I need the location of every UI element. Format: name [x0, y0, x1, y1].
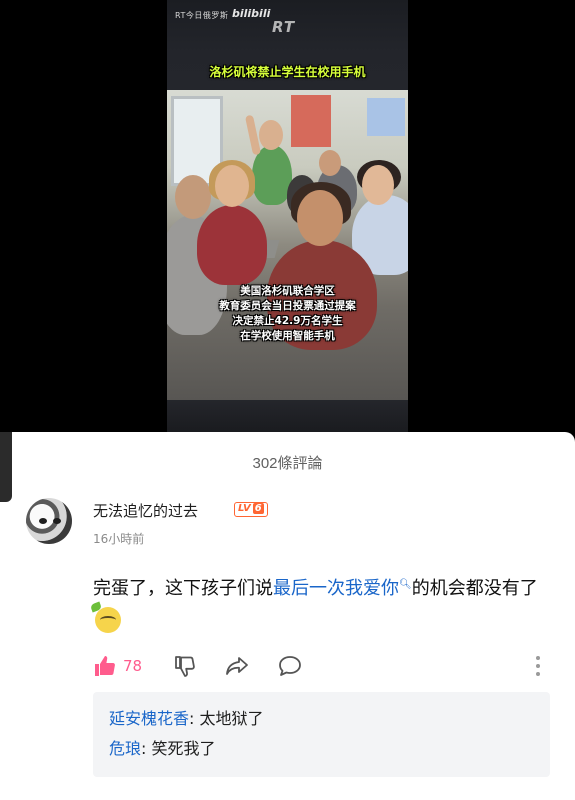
watermark-source: RT今日俄罗斯: [175, 11, 229, 20]
thumbs-down-icon: [175, 656, 195, 677]
avatar[interactable]: [26, 498, 72, 544]
student-head: [259, 120, 283, 150]
comment-text-part: 的机会都没有了: [411, 578, 538, 599]
avatar-eye: [53, 518, 61, 524]
reply-preview-box[interactable]: 延安槐花香: 太地狱了 危琅: 笑死我了: [93, 692, 550, 777]
watermark-platform-logo: bilibili: [232, 7, 271, 20]
comments-count-title: 302條評論: [252, 455, 323, 472]
student-head: [362, 165, 394, 205]
reply-author[interactable]: 延安槐花香: [109, 709, 189, 728]
thumbs-up-icon: [95, 656, 115, 676]
caption-line: 决定禁止42.9万名学生: [232, 315, 343, 327]
like-button[interactable]: 78: [93, 652, 142, 680]
wall-poster: [291, 95, 331, 147]
student-head: [175, 175, 211, 219]
reply-item[interactable]: 延安槐花香: 太地狱了: [109, 704, 534, 734]
reply-separator: :: [189, 709, 200, 728]
reply-button[interactable]: [277, 652, 303, 680]
caption-line: 美国洛杉矶联合学区: [240, 285, 335, 297]
video-title-banner: 洛杉矶将禁止学生在校用手机: [209, 65, 366, 79]
student-figure: [197, 205, 267, 285]
video-caption: 美国洛杉矶联合学区 教育委员会当日投票通过提案 决定禁止42.9万名学生 在学校…: [167, 284, 408, 344]
level-badge: LV 6: [234, 502, 268, 517]
more-dot: [536, 672, 540, 676]
more-dot: [536, 664, 540, 668]
level-value: 6: [252, 503, 264, 514]
reply-separator: :: [141, 739, 152, 758]
comment-body: 完蛋了，这下孩子们说最后一次我爱你🔍︎的机会都没有了: [89, 568, 553, 640]
reply-text: 太地狱了: [199, 709, 264, 728]
avatar-eye: [39, 518, 47, 524]
caption-line: 在学校使用智能手机: [240, 330, 335, 342]
video-frame[interactable]: RT今日俄罗斯 bilibili RT 洛杉矶将禁止学生在校用手机 美国洛杉矶联…: [167, 0, 408, 432]
caption-line: 教育委员会当日投票通过提案: [219, 300, 356, 312]
comment-timestamp: 16小時前: [93, 532, 145, 546]
student-head: [297, 190, 343, 246]
reply-text: 笑死我了: [151, 739, 216, 758]
level-label: LV: [238, 503, 251, 514]
share-button[interactable]: [224, 652, 250, 680]
more-vertical-icon[interactable]: [530, 654, 546, 678]
search-keyword-link[interactable]: 最后一次我爱你: [273, 578, 399, 599]
watermark-channel-logo: RT: [272, 18, 296, 36]
lemon-face-emoji-icon: [89, 601, 121, 633]
comment-text-part: 完蛋了，这下孩子们说: [93, 578, 273, 599]
like-count: 78: [123, 657, 143, 675]
wall-poster: [367, 98, 405, 136]
reply-item[interactable]: 危琅: 笑死我了: [109, 734, 534, 764]
reply-author[interactable]: 危琅: [109, 739, 141, 758]
student-head: [319, 150, 341, 176]
search-icon[interactable]: 🔍︎: [399, 579, 412, 590]
video-player[interactable]: RT今日俄罗斯 bilibili RT 洛杉矶将禁止学生在校用手机 美国洛杉矶联…: [0, 0, 575, 432]
share-icon: [226, 657, 248, 675]
comment-username[interactable]: 无法追忆的过去: [93, 500, 198, 521]
student-head: [215, 165, 249, 207]
dislike-button[interactable]: [173, 652, 197, 680]
more-dot: [536, 656, 540, 660]
comment-icon: [279, 656, 301, 676]
classroom-photo: [167, 90, 408, 400]
